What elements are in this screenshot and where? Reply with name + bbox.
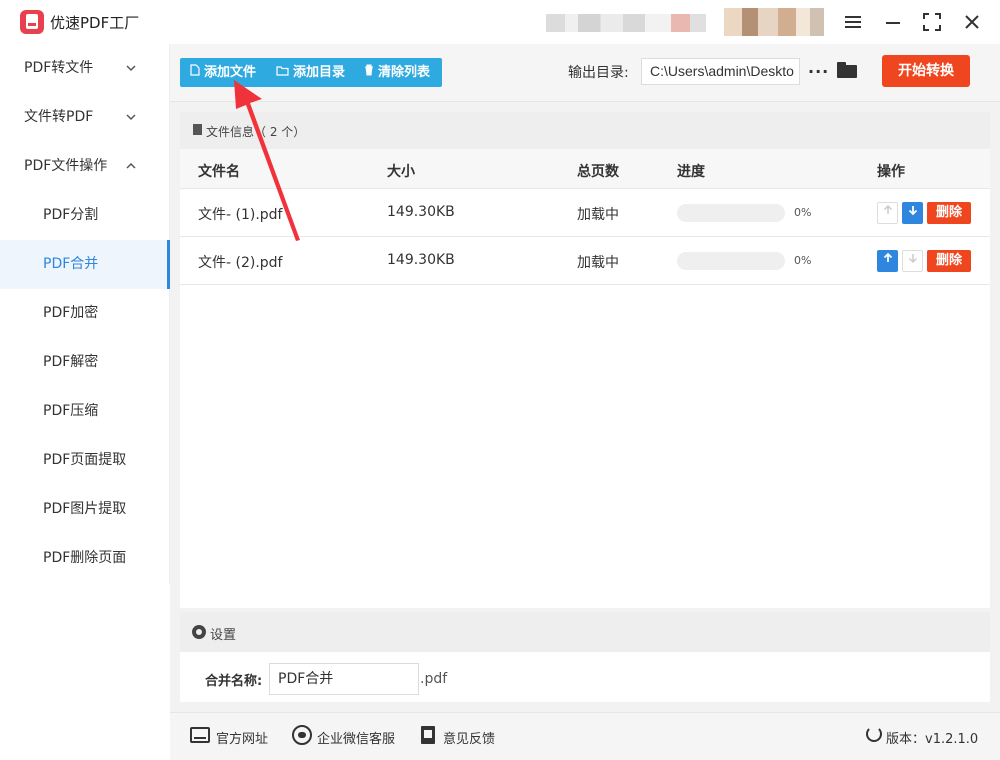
open-folder-icon[interactable] [837, 62, 857, 78]
add-file-label: 添加文件 [204, 65, 257, 80]
merge-name-input[interactable]: PDF合并 [269, 663, 419, 695]
sidebar-group-label: PDF转文件 [24, 60, 94, 76]
more-options-button[interactable]: ··· [808, 58, 829, 85]
arrow-up-icon [883, 252, 892, 262]
page-count: 加载中 [577, 255, 619, 271]
app-title: 优速PDF工厂 [50, 14, 140, 32]
sidebar-group-label: PDF文件操作 [24, 158, 108, 174]
page-count: 加载中 [577, 207, 619, 223]
file-size: 149.30KB [387, 252, 455, 268]
sidebar-item-pdf-compress[interactable]: PDF压缩 [0, 387, 170, 436]
add-file-button[interactable]: 添加文件 [190, 58, 256, 87]
sidebar-group-file-to-pdf[interactable]: 文件转PDF [0, 93, 170, 142]
file-size: 149.30KB [387, 204, 455, 220]
sidebar-item-pdf-split[interactable]: PDF分割 [0, 191, 170, 240]
file-extension-label: .pdf [420, 671, 448, 687]
sidebar-item-pdf-encrypt[interactable]: PDF加密 [0, 289, 170, 338]
move-up-button[interactable] [877, 202, 898, 224]
move-up-button[interactable] [877, 250, 898, 272]
blurred-avatar [724, 8, 824, 36]
maximize-icon[interactable] [920, 10, 944, 34]
column-header-progress: 进度 [677, 164, 705, 180]
refresh-icon[interactable] [866, 726, 882, 742]
file-name: 文件- (1).pdf [198, 207, 283, 223]
progress-bar [677, 204, 785, 222]
file-icon [190, 58, 200, 87]
table-header: 文件名 大小 总页数 进度 操作 [180, 149, 990, 189]
sidebar-item-pdf-page-extract[interactable]: PDF页面提取 [0, 436, 170, 485]
progress-bar [677, 252, 785, 270]
table-row: 文件- (2).pdf 149.30KB 加载中 0% 删除 [180, 237, 990, 285]
delete-button[interactable]: 删除 [927, 202, 971, 224]
column-header-filename: 文件名 [198, 164, 240, 180]
move-down-button[interactable] [902, 202, 923, 224]
trash-icon [364, 58, 374, 87]
sidebar-item-pdf-merge[interactable]: PDF合并 [0, 240, 170, 289]
column-header-actions: 操作 [877, 164, 905, 180]
sidebar-group-pdf-ops[interactable]: PDF文件操作 [0, 142, 170, 191]
chat-icon [292, 725, 312, 745]
minimize-icon[interactable] [881, 10, 905, 34]
sidebar-item-pdf-decrypt[interactable]: PDF解密 [0, 338, 170, 387]
close-icon[interactable] [960, 10, 984, 34]
clear-list-button[interactable]: 清除列表 [364, 58, 430, 87]
file-info-title: 文件信息（ 2 个） [206, 125, 306, 139]
output-dir-label: 输出目录: [568, 65, 629, 81]
add-directory-button[interactable]: 添加目录 [276, 58, 345, 87]
website-link[interactable]: 官方网址 [216, 728, 268, 747]
progress-percent: 0% [794, 254, 812, 267]
arrow-down-icon [908, 254, 917, 264]
settings-title: 设置 [210, 628, 237, 643]
sidebar-item-pdf-delete-page[interactable]: PDF删除页面 [0, 534, 170, 583]
gear-icon [192, 625, 206, 639]
blurred-user-info [546, 14, 706, 32]
sidebar-item-pdf-image-extract[interactable]: PDF图片提取 [0, 485, 170, 534]
sidebar: PDF转文件 文件转PDF PDF文件操作 PDF分割 PDF合并 PDF加密 … [0, 44, 170, 584]
footer: 官方网址 企业微信客服 意见反馈 版本：v1.2.1.0 [170, 712, 1000, 760]
progress-percent: 0% [794, 206, 812, 219]
feedback-icon [421, 726, 435, 744]
output-dir-input[interactable]: C:\Users\admin\Deskto [641, 58, 800, 85]
file-list-panel: 文件信息（ 2 个） 文件名 大小 总页数 进度 操作 文件- (1).pdf … [180, 112, 990, 608]
wechat-support-link[interactable]: 企业微信客服 [317, 728, 395, 747]
file-name: 文件- (2).pdf [198, 255, 283, 271]
title-bar: 优速PDF工厂 [0, 0, 1000, 44]
settings-panel: 设置 合并名称: PDF合并 .pdf [180, 612, 990, 702]
app-logo-icon [20, 10, 44, 34]
move-down-button[interactable] [902, 250, 923, 272]
document-icon [193, 124, 202, 135]
file-info-header: 文件信息（ 2 个） [180, 112, 990, 149]
column-header-pages: 总页数 [577, 164, 619, 180]
table-row: 文件- (1).pdf 149.30KB 加载中 0% 删除 [180, 189, 990, 237]
folder-icon [276, 58, 289, 87]
file-actions-group: 添加文件 添加目录 清除列表 [180, 58, 442, 87]
delete-button[interactable]: 删除 [927, 250, 971, 272]
arrow-down-icon [908, 206, 917, 216]
sidebar-group-pdf-to-file[interactable]: PDF转文件 [0, 44, 170, 93]
sidebar-group-label: 文件转PDF [24, 109, 94, 125]
website-icon [190, 727, 210, 743]
merge-name-label: 合并名称: [205, 674, 263, 689]
start-convert-button[interactable]: 开始转换 [882, 55, 970, 87]
version-label: 版本：v1.2.1.0 [886, 732, 979, 747]
settings-header: 设置 [180, 612, 990, 652]
column-header-size: 大小 [387, 164, 415, 180]
add-directory-label: 添加目录 [293, 65, 346, 80]
arrow-up-icon [883, 204, 892, 214]
clear-list-label: 清除列表 [378, 65, 431, 80]
menu-icon[interactable] [841, 10, 865, 34]
feedback-link[interactable]: 意见反馈 [443, 728, 495, 747]
